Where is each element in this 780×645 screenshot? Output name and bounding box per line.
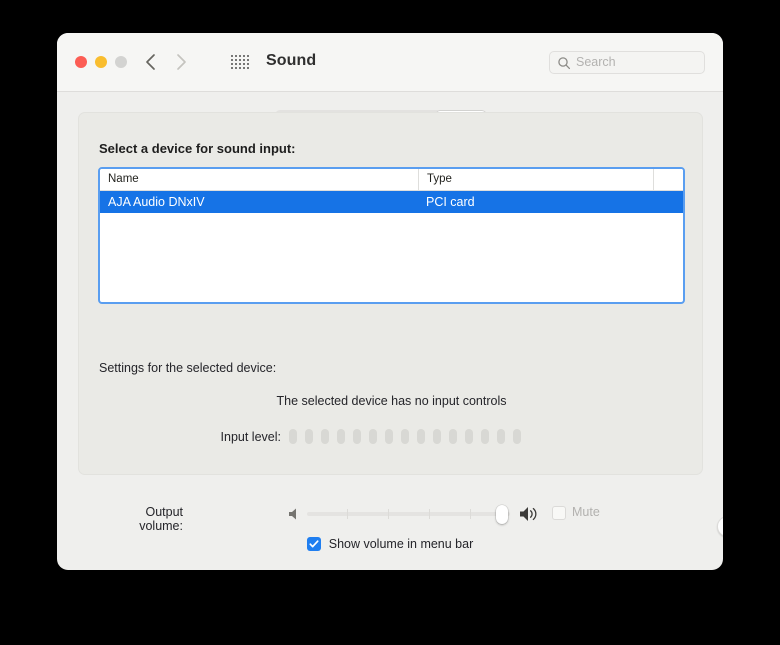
- input-level-segment: [305, 429, 313, 444]
- column-header-name[interactable]: Name: [100, 169, 418, 190]
- mute-label: Mute: [572, 505, 600, 519]
- input-level-segment: [353, 429, 361, 444]
- chevron-right-icon[interactable]: [170, 50, 192, 74]
- no-input-controls-message: The selected device has no input control…: [276, 394, 507, 408]
- input-settings-panel: Select a device for sound input: Name Ty…: [78, 112, 723, 537]
- input-level-segment: [433, 429, 441, 444]
- speaker-low-icon: [286, 506, 302, 522]
- search-input[interactable]: [576, 52, 696, 73]
- search-icon: [557, 56, 571, 70]
- sound-preferences-window: Sound Sound Effects Output Input Select …: [57, 33, 723, 570]
- input-level-segment: [481, 429, 489, 444]
- page-title: Sound: [266, 52, 317, 69]
- show-volume-row: Show volume in menu bar: [57, 534, 723, 554]
- device-name: AJA Audio DNxIV: [108, 195, 205, 209]
- show-volume-checkbox[interactable]: [306, 537, 321, 551]
- minimize-window-button[interactable]: [95, 56, 107, 68]
- input-level-segment: [497, 429, 505, 444]
- volume-tick: [347, 509, 348, 519]
- grid-apps-icon[interactable]: [231, 55, 253, 71]
- input-level-segment: [465, 429, 473, 444]
- column-header-spacer: [653, 169, 683, 190]
- settings-for-device-label: Settings for the selected device:: [99, 361, 277, 375]
- speaker-high-icon: [518, 504, 540, 524]
- input-level-segment: [369, 429, 377, 444]
- input-level-meter: [289, 429, 529, 444]
- column-header-type[interactable]: Type: [418, 169, 653, 190]
- input-level-segment: [417, 429, 425, 444]
- volume-tick: [429, 509, 430, 519]
- input-level-segment: [513, 429, 521, 444]
- close-window-button[interactable]: [75, 56, 87, 68]
- volume-tick: [470, 509, 471, 519]
- chevron-left-icon[interactable]: [141, 50, 163, 74]
- output-volume-slider[interactable]: [307, 502, 510, 526]
- device-list-header: Name Type: [100, 169, 683, 191]
- input-level-label: Input level:: [220, 430, 281, 444]
- window-titlebar: Sound: [57, 33, 723, 92]
- device-type: PCI card: [426, 195, 475, 209]
- table-row[interactable]: AJA Audio DNxIV PCI card: [100, 191, 683, 213]
- select-device-label: Select a device for sound input:: [99, 141, 296, 156]
- input-level-segment: [289, 429, 297, 444]
- volume-tick: [388, 509, 389, 519]
- zoom-window-button[interactable]: [115, 56, 127, 68]
- output-volume-row: Output volume: Mute: [57, 502, 723, 533]
- input-level-row: Input level:: [79, 428, 704, 446]
- output-volume-label: Output volume:: [139, 505, 183, 533]
- search-field[interactable]: [549, 51, 705, 74]
- input-level-segment: [321, 429, 329, 444]
- input-level-segment: [449, 429, 457, 444]
- input-level-segment: [401, 429, 409, 444]
- device-list[interactable]: Name Type AJA Audio DNxIV PCI card: [98, 167, 685, 304]
- mute-checkbox[interactable]: [552, 506, 566, 520]
- show-volume-label: Show volume in menu bar: [328, 537, 474, 551]
- input-level-segment: [385, 429, 393, 444]
- input-level-segment: [337, 429, 345, 444]
- volume-slider-knob[interactable]: [496, 505, 508, 524]
- volume-slider-track: [307, 512, 510, 516]
